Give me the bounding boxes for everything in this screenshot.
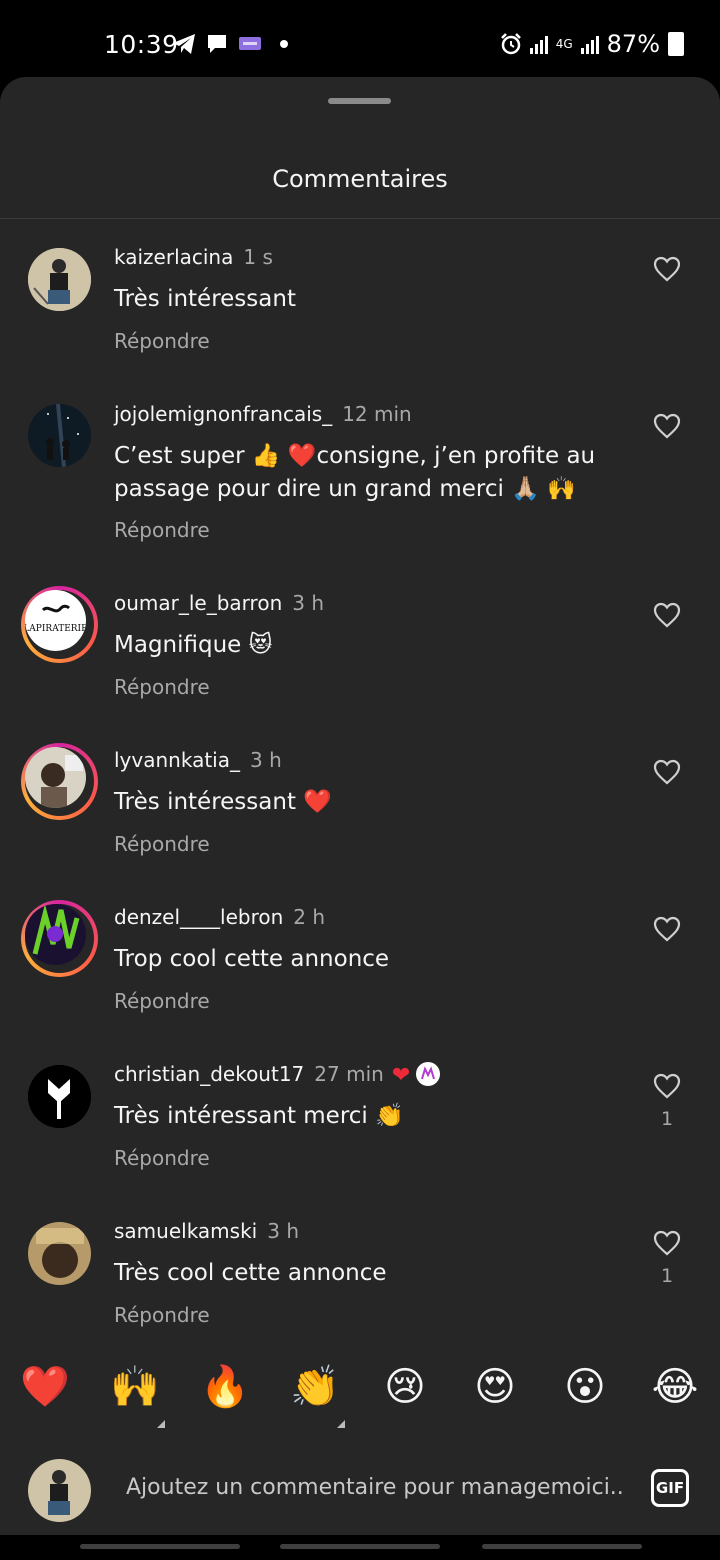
emoji-crying-face[interactable]: 😢 (380, 1362, 430, 1412)
reply-button[interactable]: Répondre (114, 329, 210, 353)
comment-text: Très intéressant (114, 286, 296, 312)
nav-back-handle[interactable] (482, 1544, 642, 1549)
reply-button[interactable]: Répondre (114, 518, 210, 542)
avatar[interactable] (21, 743, 98, 820)
emoji-surprised-face[interactable]: 😮 (560, 1362, 610, 1412)
reply-button[interactable]: Répondre (114, 1146, 210, 1170)
comment-time: 27 min (314, 1062, 384, 1086)
app-badge-icon (239, 37, 261, 50)
signal-icon (529, 34, 548, 54)
avatar[interactable] (28, 1222, 91, 1285)
skin-tone-indicator (337, 1420, 345, 1428)
comment-text: Très cool cette annonce (114, 1260, 387, 1286)
heart-outline-icon[interactable] (653, 1230, 681, 1256)
emoji-heart[interactable]: ❤️ (20, 1362, 70, 1412)
comment-username[interactable]: jojolemignonfrancais_ (114, 402, 332, 426)
signal-icon (580, 34, 599, 54)
comment-time: 3 h (267, 1219, 299, 1243)
nav-home-handle[interactable] (280, 1544, 440, 1549)
comment-time: 12 min (342, 402, 412, 426)
gif-button[interactable]: GIF (651, 1469, 689, 1507)
comment-username[interactable]: christian_dekout17 (114, 1062, 304, 1086)
reply-button[interactable]: Répondre (114, 832, 210, 856)
comment-username[interactable]: denzel____lebron (114, 905, 283, 929)
emoji-raising-hands[interactable]: 🙌 (110, 1362, 160, 1412)
nav-recents-handle[interactable] (80, 1544, 240, 1549)
heart-outline-icon[interactable] (653, 759, 681, 785)
avatar[interactable] (21, 900, 98, 977)
comment-time: 2 h (293, 905, 326, 929)
comment-username[interactable]: kaizerlacina (114, 245, 233, 269)
heart-outline-icon[interactable] (653, 916, 681, 942)
avatar[interactable]: LAPIRATERIE (21, 586, 98, 663)
reply-button[interactable]: Répondre (114, 989, 210, 1013)
comment-text: Magnifique 😻 (114, 632, 273, 658)
sheet-title: Commentaires (272, 165, 448, 193)
emoji-heart-eyes[interactable]: 😍 (470, 1362, 520, 1412)
comment-time: 3 h (292, 591, 325, 615)
status-time: 10:39 (104, 30, 179, 59)
battery-icon (668, 32, 684, 56)
avatar[interactable] (28, 404, 91, 467)
reply-button[interactable]: Répondre (114, 675, 210, 699)
comment-username[interactable]: oumar_le_barron (114, 591, 282, 615)
notification-dot (280, 40, 288, 48)
heart-outline-icon[interactable] (653, 256, 681, 282)
alarm-icon (500, 33, 521, 55)
current-user-avatar (28, 1459, 91, 1522)
emoji-fire[interactable]: 🔥 (200, 1362, 250, 1412)
comment-time: 1 s (243, 245, 273, 269)
comment-composer: Ajoutez un commentaire pour managemoici.… (0, 1445, 720, 1535)
divider (0, 218, 720, 219)
avatar-logo-text: LAPIRATERIE (25, 624, 86, 634)
drag-handle[interactable] (328, 98, 391, 104)
comment-username[interactable]: samuelkamski (114, 1219, 257, 1243)
message-icon (208, 35, 226, 53)
avatar[interactable] (28, 248, 91, 311)
author-avatar-icon (416, 1061, 441, 1086)
comment-text: Très intéressant merci 👏 (114, 1103, 404, 1129)
battery-percent: 87% (606, 30, 660, 58)
like-count: 1 (660, 1108, 674, 1130)
network-type: 4G (555, 37, 573, 51)
reply-button[interactable]: Répondre (114, 1303, 210, 1327)
telegram-icon (173, 34, 195, 54)
avatar[interactable] (28, 1065, 91, 1128)
comment-text: Trop cool cette annonce (114, 946, 390, 972)
comment-time: 3 h (249, 748, 282, 772)
liked-by-author-heart-icon: ❤ (391, 1063, 411, 1088)
comment-username[interactable]: lyvannkatia_ (114, 748, 240, 772)
heart-outline-icon[interactable] (653, 413, 681, 439)
navigation-bar (0, 1535, 720, 1560)
emoji-clapping-hands[interactable]: 👏 (290, 1362, 340, 1412)
skin-tone-indicator (157, 1420, 165, 1428)
comment-text: C’est super 👍 ❤️consigne, j’en profite a… (114, 443, 596, 502)
like-count: 1 (660, 1265, 674, 1287)
emoji-tears-of-joy[interactable]: 😂 (650, 1362, 700, 1412)
comment-text: Très intéressant ❤️ (114, 789, 332, 815)
heart-outline-icon[interactable] (653, 1073, 681, 1099)
comment-input[interactable]: Ajoutez un commentaire pour managemoici.… (126, 1475, 626, 1500)
comments-sheet: Commentaires kaizerlacina 1 s Très intére… (0, 77, 720, 1535)
emoji-reaction-bar: ❤️ 🙌 🔥 👏 😢 😍 😮 😂 (0, 1362, 720, 1432)
heart-outline-icon[interactable] (653, 602, 681, 628)
